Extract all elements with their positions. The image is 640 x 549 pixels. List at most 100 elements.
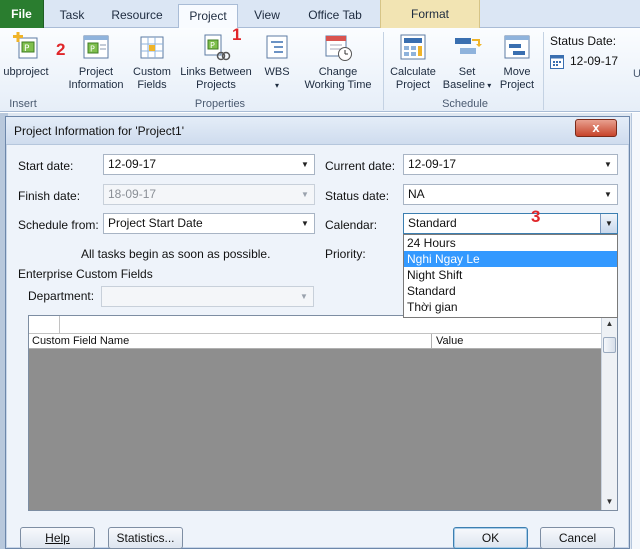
calendar-option[interactable]: Night Shift (404, 267, 617, 283)
tab-project[interactable]: Project (178, 4, 238, 29)
project-information-label-1: Project (78, 66, 114, 78)
grid-column-separator (431, 334, 432, 349)
tab-view[interactable]: View (246, 4, 288, 28)
calendar-option[interactable]: Standard (404, 283, 617, 299)
set-baseline-label-2: Baseline ▾ (442, 79, 492, 91)
subproject-button[interactable]: P ubproject (0, 32, 52, 79)
grid-header-row: Custom Field Name Value (29, 334, 601, 349)
dialog-title-bar[interactable]: Project Information for 'Project1' x (6, 117, 629, 145)
svg-text:P: P (90, 45, 95, 54)
scroll-up-icon[interactable]: ▲ (602, 316, 617, 332)
tab-task[interactable]: Task (50, 4, 94, 28)
status-date-field[interactable]: NA ▼ (403, 184, 618, 205)
move-project-label-2: Project (499, 79, 535, 91)
help-button-label: Help (45, 531, 70, 545)
grid-col-custom-field-name[interactable]: Custom Field Name (32, 335, 129, 347)
current-date-label: Current date: (325, 159, 396, 173)
close-button[interactable]: x (575, 119, 617, 137)
tab-format[interactable]: Format (380, 0, 480, 28)
custom-fields-icon (137, 32, 167, 62)
ribbon-tab-bar: File Task Resource Project View Office T… (0, 0, 640, 29)
schedule-from-label: Schedule from: (18, 218, 99, 232)
svg-text:P: P (24, 44, 30, 54)
ribbon-cut-label: U (633, 68, 640, 80)
calculate-project-button[interactable]: Calculate Project (386, 32, 440, 92)
calendar-dropdown-list: 24 Hours Nghi Ngay Le Night Shift Standa… (403, 234, 618, 318)
dialog-title: Project Information for 'Project1' (14, 124, 184, 138)
project-information-icon: P (81, 32, 111, 62)
current-date-field[interactable]: 12-09-17 ▼ (403, 154, 618, 175)
grid-vertical-scrollbar[interactable]: ▲ ▼ (601, 316, 617, 510)
chevron-down-icon: ▼ (300, 292, 308, 301)
chevron-down-icon: ▼ (604, 190, 612, 199)
chevron-down-icon: ▼ (301, 160, 309, 169)
project-information-label-2: Information (68, 79, 124, 91)
move-project-label-1: Move (503, 66, 531, 78)
finish-date-value: 18-09-17 (108, 187, 157, 201)
current-date-value: 12-09-17 (408, 157, 457, 171)
links-between-projects-label-1: Links Between (180, 66, 252, 78)
schedule-from-select[interactable]: Project Start Date ▼ (103, 213, 315, 234)
status-date-value: NA (408, 187, 425, 201)
group-separator (383, 32, 384, 110)
change-working-time-button[interactable]: Change Working Time (298, 32, 378, 92)
status-date-ribbon-field[interactable]: 12-09-17 (550, 54, 630, 70)
calendar-select[interactable]: Standard ▼ (403, 213, 618, 234)
start-date-field[interactable]: 12-09-17 ▼ (103, 154, 315, 175)
cancel-button[interactable]: Cancel (540, 527, 615, 549)
schedule-from-value: Project Start Date (108, 216, 203, 230)
group-label-schedule: Schedule (442, 98, 488, 110)
calculate-project-label-2: Project (395, 79, 431, 91)
department-select: ▼ (101, 286, 314, 307)
annotation-marker-3: 3 (531, 207, 541, 226)
calculate-project-icon (398, 32, 428, 62)
chevron-down-icon: ▼ (301, 190, 309, 199)
wbs-icon (262, 32, 292, 62)
grid-edit-row[interactable] (29, 316, 617, 334)
calendar-option-selected[interactable]: Nghi Ngay Le (404, 251, 617, 267)
annotation-marker-1: 1 (232, 25, 242, 44)
custom-fields-label-1: Custom (133, 66, 171, 78)
enterprise-custom-fields-heading: Enterprise Custom Fields (18, 267, 153, 281)
tasks-schedule-note: All tasks begin as soon as possible. (81, 247, 271, 261)
custom-fields-button[interactable]: Custom Fields (128, 32, 176, 92)
help-button[interactable]: Help (20, 527, 95, 549)
right-edge-panel (631, 113, 640, 549)
calendar-option[interactable]: 24 Hours (404, 235, 617, 251)
calendar-option[interactable]: Thời gian (404, 299, 617, 315)
custom-fields-grid: Custom Field Name Value ▲ ▼ (28, 315, 618, 511)
chevron-down-icon[interactable]: ▼ (600, 214, 617, 233)
project-information-button[interactable]: P Project Information (64, 32, 128, 92)
svg-text:P: P (210, 41, 215, 50)
tab-file[interactable]: File (0, 0, 44, 28)
calendar-value: Standard (408, 216, 457, 230)
set-baseline-dropdown-arrow-icon: ▾ (484, 81, 492, 90)
group-label-properties: Properties (194, 98, 246, 110)
ok-button[interactable]: OK (453, 527, 528, 549)
links-between-projects-label-2: Projects (196, 79, 236, 91)
status-date-label: Status date: (325, 189, 390, 203)
grid-col-value[interactable]: Value (436, 335, 463, 347)
subproject-label: ubproject (3, 66, 49, 78)
links-between-projects-icon: P (201, 32, 231, 62)
status-date-ribbon-label: Status Date: (550, 34, 617, 48)
start-date-label: Start date: (18, 159, 74, 173)
chevron-down-icon: ▼ (301, 219, 309, 228)
calendar-icon (550, 55, 564, 69)
custom-fields-label-2: Fields (137, 79, 167, 91)
change-working-time-icon (323, 32, 353, 62)
links-between-projects-button[interactable]: P Links Between Projects (176, 32, 256, 92)
scroll-down-icon[interactable]: ▼ (602, 494, 617, 510)
statistics-button[interactable]: Statistics... (108, 527, 183, 549)
group-separator (543, 32, 544, 110)
chevron-down-icon: ▼ (604, 160, 612, 169)
change-working-time-label-1: Change (318, 66, 358, 78)
wbs-button[interactable]: WBS ▾ (258, 32, 296, 92)
project-information-dialog: Project Information for 'Project1' x Sta… (5, 116, 630, 549)
calculate-project-label-1: Calculate (390, 66, 436, 78)
set-baseline-button[interactable]: Set Baseline ▾ (440, 32, 494, 92)
tab-resource[interactable]: Resource (104, 4, 170, 28)
scrollbar-thumb[interactable] (603, 337, 616, 353)
move-project-button[interactable]: Move Project (494, 32, 540, 92)
tab-office-tab[interactable]: Office Tab (298, 4, 372, 28)
